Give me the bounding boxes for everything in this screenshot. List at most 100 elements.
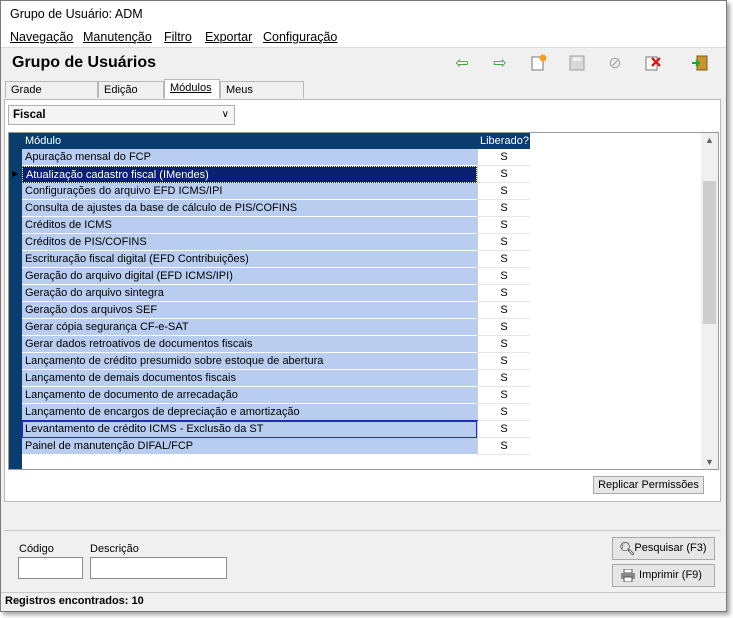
codigo-field[interactable]: [18, 557, 83, 579]
page-header: Grupo de Usuários ⇦ ⇨ ⊘: [1, 47, 726, 78]
cell-modulo[interactable]: Lançamento de demais documentos fiscais: [22, 370, 477, 387]
cell-liberado[interactable]: S: [477, 387, 530, 404]
cell-liberado[interactable]: S: [477, 217, 530, 234]
column-header-modulo[interactable]: Módulo: [22, 133, 477, 149]
table-row[interactable]: Gerar dados retroativos de documentos fi…: [22, 336, 530, 353]
cell-liberado[interactable]: S: [477, 319, 530, 336]
cancel-icon[interactable]: ⊘: [604, 53, 626, 73]
scroll-thumb[interactable]: [703, 181, 716, 324]
cell-liberado[interactable]: S: [477, 353, 530, 370]
tab-meus-relatorios[interactable]: Meus Relatórios: [220, 81, 304, 112]
cell-modulo[interactable]: Escrituração fiscal digital (EFD Contrib…: [22, 251, 477, 268]
table-row[interactable]: Painel de manutenção DIFAL/FCP S: [22, 438, 530, 455]
title-bar: Grupo de Usuário: ADM: [1, 1, 726, 27]
cell-modulo[interactable]: Gerar cópia segurança CF-e-SAT: [22, 319, 477, 336]
search-panel: Código Descrição 🔍︎ Pesquisar (F3) Impri…: [4, 530, 721, 594]
cell-liberado[interactable]: S: [477, 285, 530, 302]
app-window: Grupo de Usuário: ADM Navegação Manutenç…: [0, 0, 727, 612]
cell-liberado[interactable]: S: [477, 302, 530, 319]
new-icon[interactable]: [528, 53, 550, 73]
table-row[interactable]: Consulta de ajustes da base de cálculo d…: [22, 200, 530, 217]
scroll-down-icon[interactable]: ▼: [705, 457, 714, 467]
imprimir-button[interactable]: Imprimir (F9): [612, 564, 715, 587]
table-row[interactable]: Configurações do arquivo EFD ICMS/IPI S: [22, 183, 530, 200]
cell-liberado[interactable]: S: [477, 438, 530, 455]
cell-modulo[interactable]: Geração dos arquivos SEF: [22, 302, 477, 319]
table-row[interactable]: Lançamento de crédito presumido sobre es…: [22, 353, 530, 370]
cell-modulo[interactable]: Gerar dados retroativos de documentos fi…: [22, 336, 477, 353]
tab-grade[interactable]: Grade (Shift+F3): [5, 81, 98, 112]
table-row[interactable]: Levantamento de crédito ICMS - Exclusão …: [21, 420, 530, 439]
cell-modulo[interactable]: Painel de manutenção DIFAL/FCP: [22, 438, 477, 455]
table-row[interactable]: Créditos de PIS/COFINS S: [22, 234, 530, 251]
row-indicator-column: [9, 133, 22, 469]
cell-modulo[interactable]: Atualização cadastro fiscal (IMendes): [22, 166, 477, 183]
table-row[interactable]: Geração do arquivo sintegra S: [22, 285, 530, 302]
window-title: Grupo de Usuário: ADM: [10, 7, 143, 21]
save-icon[interactable]: [566, 53, 588, 73]
cell-modulo[interactable]: Configurações do arquivo EFD ICMS/IPI: [22, 183, 477, 200]
table-row[interactable]: Escrituração fiscal digital (EFD Contrib…: [22, 251, 530, 268]
cell-liberado[interactable]: S: [477, 370, 530, 387]
cell-liberado[interactable]: S: [477, 421, 530, 438]
cell-liberado[interactable]: S: [477, 268, 530, 285]
table-row[interactable]: Lançamento de demais documentos fiscais S: [22, 370, 530, 387]
descricao-field[interactable]: [90, 557, 227, 579]
tab-edicao[interactable]: Edição (F2): [98, 81, 164, 112]
menu-configuracao[interactable]: Configuração: [263, 30, 337, 44]
row-pointer-icon: ▶: [12, 169, 19, 178]
cell-modulo[interactable]: Geração do arquivo digital (EFD ICMS/IPI…: [22, 268, 477, 285]
table-row[interactable]: Créditos de ICMS S: [22, 217, 530, 234]
vertical-scrollbar[interactable]: ▲ ▼: [701, 133, 718, 469]
cell-modulo[interactable]: Apuração mensal do FCP: [22, 149, 477, 166]
cell-modulo[interactable]: Lançamento de documento de arrecadação: [22, 387, 477, 404]
cell-modulo[interactable]: Consulta de ajustes da base de cálculo d…: [22, 200, 477, 217]
exit-icon[interactable]: [689, 53, 711, 73]
search-icon: 🔍︎: [619, 541, 636, 556]
pesquisar-button[interactable]: 🔍︎ Pesquisar (F3): [612, 537, 715, 560]
table-row[interactable]: Atualização cadastro fiscal (IMendes) S: [22, 166, 530, 183]
arrow-left-icon[interactable]: ⇦: [451, 53, 473, 73]
cell-liberado[interactable]: S: [477, 183, 530, 200]
menu-manutencao[interactable]: Manutenção: [83, 30, 152, 44]
table-row[interactable]: Geração do arquivo digital (EFD ICMS/IPI…: [22, 268, 530, 285]
arrow-right-icon[interactable]: ⇨: [489, 53, 511, 73]
status-bar: Registros encontrados: 10: [1, 592, 726, 611]
table-row[interactable]: Gerar cópia segurança CF-e-SAT S: [22, 319, 530, 336]
table-row[interactable]: Apuração mensal do FCP S: [22, 149, 530, 166]
tab-modulos[interactable]: Módulos: [164, 79, 220, 99]
cell-liberado[interactable]: S: [477, 234, 530, 251]
cell-modulo[interactable]: Levantamento de crédito ICMS - Exclusão …: [21, 420, 478, 439]
pesquisar-label: Pesquisar (F3): [634, 542, 707, 554]
column-header-liberado[interactable]: Liberado?: [477, 133, 530, 149]
tab-strip: Grade (Shift+F3) Edição (F2) Módulos Meu…: [1, 79, 726, 112]
cell-liberado[interactable]: S: [477, 251, 530, 268]
printer-icon: [621, 568, 635, 590]
menu-navegacao[interactable]: Navegação: [10, 30, 73, 44]
menu-filtro[interactable]: Filtro: [164, 30, 192, 44]
imprimir-label: Imprimir (F9): [639, 569, 702, 581]
replicar-permissoes-button[interactable]: Replicar Permissões: [593, 476, 704, 494]
modules-panel: Fiscal ∨ Módulo Liberado? Apuração mensa…: [4, 99, 721, 502]
cell-modulo[interactable]: Lançamento de encargos de depreciação e …: [22, 404, 477, 421]
module-filter-select[interactable]: Fiscal ∨: [8, 105, 235, 125]
delete-icon[interactable]: [642, 53, 664, 73]
menu-exportar[interactable]: Exportar: [205, 30, 252, 44]
menu-bar: Navegação Manutenção Filtro Exportar Con…: [1, 27, 726, 47]
cell-liberado[interactable]: S: [477, 404, 530, 421]
cell-liberado[interactable]: S: [477, 336, 530, 353]
cell-liberado[interactable]: S: [477, 166, 530, 183]
cell-modulo[interactable]: Créditos de ICMS: [22, 217, 477, 234]
table-row[interactable]: Geração dos arquivos SEF S: [22, 302, 530, 319]
module-filter-value: Fiscal: [13, 109, 46, 121]
table-row[interactable]: Lançamento de documento de arrecadação S: [22, 387, 530, 404]
chevron-down-icon: ∨: [221, 109, 229, 120]
table-row[interactable]: Lançamento de encargos de depreciação e …: [22, 404, 530, 421]
cell-modulo[interactable]: Geração do arquivo sintegra: [22, 285, 477, 302]
scroll-up-icon[interactable]: ▲: [705, 135, 714, 145]
cell-liberado[interactable]: S: [477, 200, 530, 217]
cell-liberado[interactable]: S: [477, 149, 530, 166]
cell-modulo[interactable]: Lançamento de crédito presumido sobre es…: [22, 353, 477, 370]
cell-modulo[interactable]: Créditos de PIS/COFINS: [22, 234, 477, 251]
page-title: Grupo de Usuários: [12, 54, 157, 71]
